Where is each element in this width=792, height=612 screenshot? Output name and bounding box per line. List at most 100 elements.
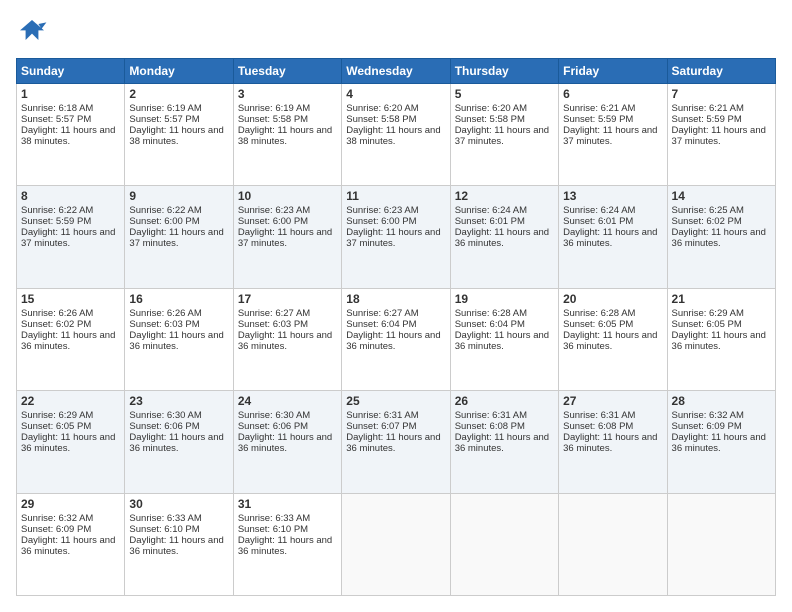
calendar-cell: 5Sunrise: 6:20 AMSunset: 5:58 PMDaylight… (450, 84, 558, 186)
sunrise-text: Sunrise: 6:32 AM (21, 513, 93, 524)
sunset-text: Sunset: 5:57 PM (21, 114, 91, 125)
calendar-cell (342, 493, 450, 595)
day-number: 15 (21, 292, 120, 306)
daylight-text: Daylight: 11 hours and 36 minutes. (346, 330, 440, 352)
daylight-text: Daylight: 11 hours and 37 minutes. (21, 227, 115, 249)
daylight-text: Daylight: 11 hours and 38 minutes. (21, 125, 115, 147)
daylight-text: Daylight: 11 hours and 36 minutes. (563, 227, 657, 249)
header (16, 16, 776, 48)
day-number: 22 (21, 394, 120, 408)
logo-icon (16, 16, 48, 48)
sunset-text: Sunset: 6:09 PM (672, 421, 742, 432)
calendar-cell: 3Sunrise: 6:19 AMSunset: 5:58 PMDaylight… (233, 84, 341, 186)
sunset-text: Sunset: 5:59 PM (21, 216, 91, 227)
sunrise-text: Sunrise: 6:19 AM (238, 103, 310, 114)
calendar-cell: 10Sunrise: 6:23 AMSunset: 6:00 PMDayligh… (233, 186, 341, 288)
sunrise-text: Sunrise: 6:28 AM (455, 308, 527, 319)
daylight-text: Daylight: 11 hours and 37 minutes. (563, 125, 657, 147)
day-number: 12 (455, 189, 554, 203)
sunrise-text: Sunrise: 6:33 AM (129, 513, 201, 524)
weekday-header-wednesday: Wednesday (342, 59, 450, 84)
calendar-cell: 12Sunrise: 6:24 AMSunset: 6:01 PMDayligh… (450, 186, 558, 288)
sunset-text: Sunset: 6:00 PM (346, 216, 416, 227)
day-number: 20 (563, 292, 662, 306)
sunset-text: Sunset: 5:58 PM (238, 114, 308, 125)
logo (16, 16, 52, 48)
calendar-cell: 20Sunrise: 6:28 AMSunset: 6:05 PMDayligh… (559, 288, 667, 390)
daylight-text: Daylight: 11 hours and 36 minutes. (672, 330, 766, 352)
sunrise-text: Sunrise: 6:31 AM (455, 410, 527, 421)
sunset-text: Sunset: 6:07 PM (346, 421, 416, 432)
weekday-header-sunday: Sunday (17, 59, 125, 84)
calendar-cell: 6Sunrise: 6:21 AMSunset: 5:59 PMDaylight… (559, 84, 667, 186)
daylight-text: Daylight: 11 hours and 36 minutes. (455, 227, 549, 249)
daylight-text: Daylight: 11 hours and 36 minutes. (129, 330, 223, 352)
calendar-cell: 31Sunrise: 6:33 AMSunset: 6:10 PMDayligh… (233, 493, 341, 595)
sunset-text: Sunset: 6:00 PM (129, 216, 199, 227)
sunset-text: Sunset: 6:04 PM (346, 319, 416, 330)
week-row-3: 15Sunrise: 6:26 AMSunset: 6:02 PMDayligh… (17, 288, 776, 390)
sunset-text: Sunset: 6:08 PM (455, 421, 525, 432)
daylight-text: Daylight: 11 hours and 36 minutes. (238, 330, 332, 352)
day-number: 30 (129, 497, 228, 511)
sunset-text: Sunset: 6:03 PM (129, 319, 199, 330)
sunset-text: Sunset: 5:58 PM (346, 114, 416, 125)
daylight-text: Daylight: 11 hours and 36 minutes. (672, 227, 766, 249)
day-number: 13 (563, 189, 662, 203)
calendar-cell: 28Sunrise: 6:32 AMSunset: 6:09 PMDayligh… (667, 391, 775, 493)
day-number: 5 (455, 87, 554, 101)
sunrise-text: Sunrise: 6:31 AM (563, 410, 635, 421)
sunset-text: Sunset: 6:03 PM (238, 319, 308, 330)
calendar-cell: 1Sunrise: 6:18 AMSunset: 5:57 PMDaylight… (17, 84, 125, 186)
calendar-cell: 16 Sunrise: 6:26 AMSunset: 6:03 PMDayligh… (125, 288, 233, 390)
daylight-text: Daylight: 11 hours and 36 minutes. (21, 535, 115, 557)
calendar-cell: 18Sunrise: 6:27 AMSunset: 6:04 PMDayligh… (342, 288, 450, 390)
sunrise-text: Sunrise: 6:22 AM (129, 205, 201, 216)
sunrise-text: Sunrise: 6:21 AM (563, 103, 635, 114)
calendar-cell: 2Sunrise: 6:19 AMSunset: 5:57 PMDaylight… (125, 84, 233, 186)
calendar-cell: 8Sunrise: 6:22 AMSunset: 5:59 PMDaylight… (17, 186, 125, 288)
calendar-cell: 4Sunrise: 6:20 AMSunset: 5:58 PMDaylight… (342, 84, 450, 186)
day-number: 16 (129, 292, 228, 306)
sunrise-text: Sunrise: 6:23 AM (346, 205, 418, 216)
sunset-text: Sunset: 6:00 PM (238, 216, 308, 227)
sunset-text: Sunset: 6:01 PM (455, 216, 525, 227)
sunset-text: Sunset: 6:06 PM (238, 421, 308, 432)
sunset-text: Sunset: 6:02 PM (21, 319, 91, 330)
sunrise-text: Sunrise: 6:30 AM (129, 410, 201, 421)
daylight-text: Daylight: 11 hours and 36 minutes. (238, 535, 332, 557)
sunset-text: Sunset: 5:59 PM (563, 114, 633, 125)
day-number: 19 (455, 292, 554, 306)
calendar-cell (559, 493, 667, 595)
calendar-cell: 30Sunrise: 6:33 AMSunset: 6:10 PMDayligh… (125, 493, 233, 595)
daylight-text: Daylight: 11 hours and 37 minutes. (346, 227, 440, 249)
day-number: 7 (672, 87, 771, 101)
weekday-header-monday: Monday (125, 59, 233, 84)
weekday-header-friday: Friday (559, 59, 667, 84)
daylight-text: Daylight: 11 hours and 37 minutes. (672, 125, 766, 147)
sunrise-text: Sunrise: 6:18 AM (21, 103, 93, 114)
sunrise-text: Sunrise: 6:33 AM (238, 513, 310, 524)
sunrise-text: Sunrise: 6:26 AM (129, 308, 201, 319)
page: SundayMondayTuesdayWednesdayThursdayFrid… (0, 0, 792, 612)
calendar-cell (450, 493, 558, 595)
sunrise-text: Sunrise: 6:29 AM (21, 410, 93, 421)
daylight-text: Daylight: 11 hours and 36 minutes. (129, 432, 223, 454)
sunrise-text: Sunrise: 6:32 AM (672, 410, 744, 421)
calendar-cell: 17Sunrise: 6:27 AMSunset: 6:03 PMDayligh… (233, 288, 341, 390)
daylight-text: Daylight: 11 hours and 36 minutes. (238, 432, 332, 454)
day-number: 11 (346, 189, 445, 203)
calendar-cell: 21Sunrise: 6:29 AMSunset: 6:05 PMDayligh… (667, 288, 775, 390)
daylight-text: Daylight: 11 hours and 36 minutes. (346, 432, 440, 454)
calendar-cell: 11 Sunrise: 6:23 AMSunset: 6:00 PMDayligh… (342, 186, 450, 288)
day-number: 4 (346, 87, 445, 101)
daylight-text: Daylight: 11 hours and 36 minutes. (129, 535, 223, 557)
sunrise-text: Sunrise: 6:20 AM (455, 103, 527, 114)
sunrise-text: Sunrise: 6:20 AM (346, 103, 418, 114)
sunset-text: Sunset: 6:10 PM (238, 524, 308, 535)
daylight-text: Daylight: 11 hours and 36 minutes. (455, 432, 549, 454)
daylight-text: Daylight: 11 hours and 38 minutes. (238, 125, 332, 147)
daylight-text: Daylight: 11 hours and 36 minutes. (21, 330, 115, 352)
week-row-4: 22Sunrise: 6:29 AMSunset: 6:05 PMDayligh… (17, 391, 776, 493)
day-number: 26 (455, 394, 554, 408)
